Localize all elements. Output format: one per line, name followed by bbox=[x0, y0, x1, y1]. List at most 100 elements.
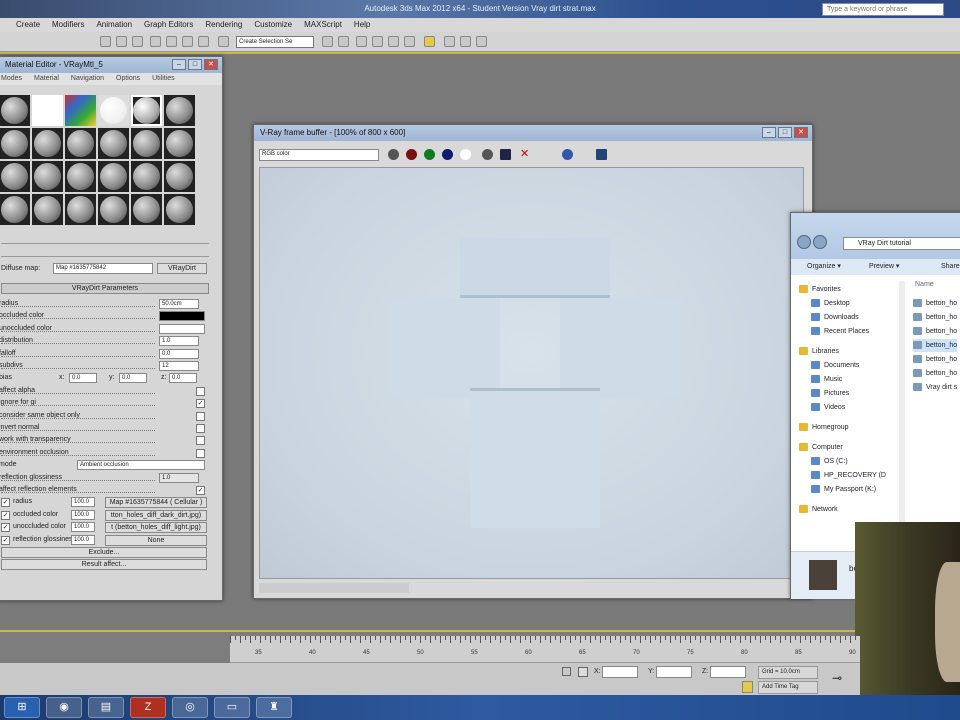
sample-slot[interactable] bbox=[32, 161, 63, 192]
sample-slot[interactable] bbox=[32, 128, 63, 159]
menu-modes[interactable]: Modes bbox=[1, 73, 22, 85]
spinner-snap-icon[interactable] bbox=[198, 36, 209, 47]
sample-slot[interactable] bbox=[65, 161, 96, 192]
map-button[interactable]: None bbox=[105, 534, 207, 546]
nav-scrollbar[interactable] bbox=[899, 281, 905, 551]
nav-item[interactable]: Libraries bbox=[799, 345, 839, 358]
key-icon[interactable]: ⊸ bbox=[832, 671, 842, 685]
nav-item[interactable]: Documents bbox=[811, 359, 859, 372]
nav-item[interactable]: Computer bbox=[799, 441, 843, 454]
param-spinner[interactable]: 1.0 bbox=[159, 336, 199, 347]
app-task-icon[interactable]: ♜ bbox=[256, 697, 292, 718]
checkbox[interactable] bbox=[196, 424, 205, 433]
curve-editor-icon[interactable] bbox=[372, 36, 383, 47]
map-button[interactable]: t (betton_holes_diff_light.jpg) bbox=[105, 522, 207, 534]
select-icon[interactable] bbox=[100, 36, 111, 47]
sample-slot[interactable] bbox=[98, 95, 129, 126]
nav-item[interactable]: Videos bbox=[811, 401, 845, 414]
file-item[interactable]: betton_ho bbox=[913, 325, 957, 338]
file-item[interactable]: betton_ho bbox=[913, 353, 957, 366]
sample-slot-active[interactable] bbox=[131, 95, 162, 126]
nav-item[interactable]: My Passport (K:) bbox=[811, 483, 876, 496]
3dsmax-task-icon[interactable]: ◎ bbox=[172, 697, 208, 718]
menu-customize[interactable]: Customize bbox=[254, 18, 292, 32]
organize-button[interactable]: Organize ▾ bbox=[807, 259, 841, 275]
menu-options[interactable]: Options bbox=[116, 73, 140, 85]
sample-slot[interactable] bbox=[131, 194, 162, 225]
bias-y-input[interactable]: 0.0 bbox=[119, 373, 147, 384]
maximize-button[interactable]: □ bbox=[778, 127, 792, 138]
sample-slot[interactable] bbox=[164, 194, 195, 225]
clear-icon[interactable]: ✕ bbox=[520, 147, 529, 160]
save-icon[interactable] bbox=[500, 149, 511, 160]
checkbox[interactable] bbox=[196, 436, 205, 446]
nav-item[interactable]: Homegroup bbox=[799, 421, 849, 434]
percent-snap-icon[interactable] bbox=[182, 36, 193, 47]
time-tag-icon[interactable] bbox=[742, 681, 753, 693]
menu-material[interactable]: Material bbox=[34, 73, 59, 85]
red-channel-icon[interactable] bbox=[406, 149, 417, 160]
absolute-mode-icon[interactable] bbox=[578, 667, 588, 677]
teapot-icon[interactable] bbox=[476, 36, 487, 47]
share-button[interactable]: Share bbox=[941, 259, 960, 275]
menu-rendering[interactable]: Rendering bbox=[205, 18, 242, 32]
map-amount[interactable]: 100.0 bbox=[71, 509, 95, 520]
nav-item[interactable]: Music bbox=[811, 373, 842, 386]
map-checkbox[interactable]: ✓ bbox=[1, 510, 10, 520]
sample-slot[interactable] bbox=[98, 194, 129, 225]
nav-item[interactable]: Pictures bbox=[811, 387, 849, 400]
menu-navigation[interactable]: Navigation bbox=[71, 73, 104, 85]
sample-slot[interactable] bbox=[164, 95, 195, 126]
menu-maxscript[interactable]: MAXScript bbox=[304, 18, 342, 32]
rollout-header[interactable]: VRayDirt Parameters bbox=[1, 283, 209, 294]
file-item[interactable]: betton_ho bbox=[913, 367, 957, 380]
nav-item[interactable]: Recent Places bbox=[811, 325, 869, 338]
exclude-button[interactable]: Exclude... bbox=[1, 547, 207, 558]
map-type-button[interactable]: VRayDirt bbox=[157, 263, 207, 274]
checkbox[interactable]: ✓ bbox=[196, 486, 205, 495]
map-name-dropdown[interactable]: Map #1635775842 bbox=[53, 263, 153, 274]
close-button[interactable]: ✕ bbox=[794, 127, 808, 138]
layer-icon[interactable] bbox=[356, 36, 367, 47]
search-input[interactable]: Type a keyword or phrase bbox=[822, 3, 944, 16]
map-amount[interactable]: 100.0 bbox=[71, 534, 95, 545]
z-coordinate-input[interactable] bbox=[710, 666, 746, 678]
param-spinner[interactable]: 50.0cm bbox=[159, 299, 199, 309]
window-task-icon[interactable]: ▭ bbox=[214, 697, 250, 718]
y-coordinate-input[interactable] bbox=[656, 666, 692, 678]
map-button[interactable]: Map #1635775844 ( Cellular ) bbox=[105, 497, 207, 509]
nav-item[interactable]: Favorites bbox=[799, 283, 841, 296]
menu-animation[interactable]: Animation bbox=[96, 18, 132, 32]
notes-task-icon[interactable]: ▤ bbox=[88, 697, 124, 718]
checkbox[interactable] bbox=[196, 448, 205, 458]
lut-icon[interactable] bbox=[596, 149, 607, 160]
rendered-frame-icon[interactable] bbox=[444, 36, 455, 47]
result-affect-button[interactable]: Result affect... bbox=[1, 559, 207, 571]
map-amount[interactable]: 100.0 bbox=[71, 522, 95, 533]
checkbox[interactable] bbox=[196, 386, 205, 396]
nav-item[interactable]: Downloads bbox=[811, 311, 859, 324]
track-mouse-icon[interactable] bbox=[388, 149, 399, 160]
angle-snap-icon[interactable] bbox=[166, 36, 177, 47]
map-checkbox[interactable]: ✓ bbox=[1, 535, 10, 545]
lock-icon[interactable] bbox=[562, 667, 571, 676]
menu-graph-editors[interactable]: Graph Editors bbox=[144, 18, 193, 32]
param-spinner[interactable]: 0.0 bbox=[159, 348, 199, 359]
param-spinner[interactable]: 1.0 bbox=[159, 472, 199, 483]
file-item[interactable]: betton_ho bbox=[913, 339, 958, 352]
sample-slot[interactable] bbox=[0, 128, 30, 159]
vfb-bottom-toolbar[interactable] bbox=[259, 583, 409, 593]
nav-item[interactable]: Desktop bbox=[811, 297, 850, 310]
sample-slot[interactable] bbox=[164, 128, 195, 159]
menu-modifiers[interactable]: Modifiers bbox=[52, 18, 84, 32]
map-amount[interactable]: 100.0 bbox=[71, 497, 95, 508]
blue-channel-icon[interactable] bbox=[442, 149, 453, 160]
menu-help[interactable]: Help bbox=[354, 18, 370, 32]
checkbox[interactable] bbox=[196, 411, 205, 421]
sample-slot[interactable] bbox=[32, 95, 63, 126]
file-item[interactable]: Vray dirt s bbox=[913, 381, 957, 394]
nav-item[interactable]: OS (C:) bbox=[811, 455, 848, 468]
chrome-task-icon[interactable]: ◉ bbox=[46, 697, 82, 718]
mirror-icon[interactable] bbox=[322, 36, 333, 47]
minimize-button[interactable]: – bbox=[762, 127, 776, 138]
